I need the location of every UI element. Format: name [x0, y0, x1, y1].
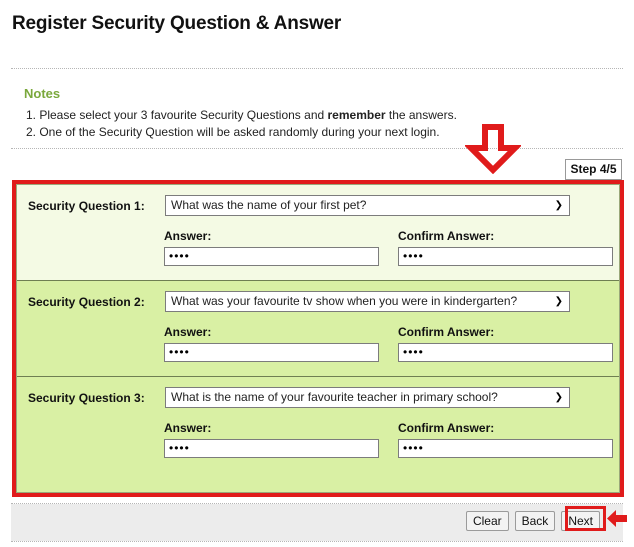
footer-bar: Clear Back Next	[11, 504, 623, 541]
security-question-2-confirm-group: Confirm Answer: ••••	[398, 325, 613, 362]
security-question-1-selected-text: What was the name of your first pet?	[171, 198, 367, 212]
answer-input-2[interactable]: ••••	[164, 343, 379, 362]
confirm-answer-input-3[interactable]: ••••	[398, 439, 613, 458]
page-title: Register Security Question & Answer	[12, 13, 342, 34]
security-question-2-label: Security Question 2:	[28, 295, 145, 309]
security-question-3-label: Security Question 3:	[28, 391, 145, 405]
security-question-row-1: Security Question 1: What was the name o…	[17, 185, 619, 281]
notes-panel: Notes 1. Please select your 3 favourite …	[11, 69, 623, 147]
security-question-row-2: Security Question 2: What was your favou…	[17, 281, 619, 377]
note-2-prefix: 2. One of the Security Question will be …	[26, 125, 440, 139]
confirm-answer-input-2[interactable]: ••••	[398, 343, 613, 362]
security-question-row-3: Security Question 3: What is the name of…	[17, 377, 619, 492]
answer-input-1[interactable]: ••••	[164, 247, 379, 266]
note-1-suffix: the answers.	[385, 108, 457, 122]
chevron-down-icon: ❯	[554, 296, 563, 307]
step-indicator: Step 4/5	[565, 159, 622, 180]
back-button[interactable]: Back	[514, 511, 556, 531]
answer-label-3: Answer:	[164, 421, 212, 435]
security-question-1-select[interactable]: What was the name of your first pet? ❯	[165, 195, 570, 216]
divider-footer-bottom	[11, 541, 623, 542]
security-question-2-selected-text: What was your favourite tv show when you…	[171, 294, 518, 308]
chevron-down-icon: ❯	[554, 392, 563, 403]
security-question-3-answer-group: Answer: ••••	[164, 421, 379, 458]
confirm-answer-label-2: Confirm Answer:	[398, 325, 495, 339]
security-question-3-confirm-group: Confirm Answer: ••••	[398, 421, 613, 458]
notes-heading: Notes	[24, 86, 61, 101]
footer-button-group: Clear Back Next	[465, 511, 600, 531]
confirm-answer-label-1: Confirm Answer:	[398, 229, 495, 243]
divider-below-notes	[11, 148, 623, 149]
security-question-2-select[interactable]: What was your favourite tv show when you…	[165, 291, 570, 312]
answer-label-1: Answer:	[164, 229, 212, 243]
security-questions-panel: Security Question 1: What was the name o…	[16, 184, 620, 493]
note-item-1: 1. Please select your 3 favourite Securi…	[26, 107, 457, 124]
chevron-down-icon: ❯	[554, 200, 563, 211]
security-question-1-label: Security Question 1:	[28, 199, 145, 213]
answer-label-2: Answer:	[164, 325, 212, 339]
security-question-2-answer-group: Answer: ••••	[164, 325, 379, 362]
security-question-3-select[interactable]: What is the name of your favourite teach…	[165, 387, 570, 408]
notes-list: 1. Please select your 3 favourite Securi…	[26, 107, 457, 141]
security-question-1-confirm-group: Confirm Answer: ••••	[398, 229, 613, 266]
note-item-2: 2. One of the Security Question will be …	[26, 124, 457, 141]
note-1-emphasis: remember	[327, 108, 386, 122]
note-1-prefix: 1. Please select your 3 favourite Securi…	[26, 108, 328, 122]
clear-button[interactable]: Clear	[465, 511, 509, 531]
security-question-3-selected-text: What is the name of your favourite teach…	[171, 390, 498, 404]
security-question-1-answer-group: Answer: ••••	[164, 229, 379, 266]
confirm-answer-label-3: Confirm Answer:	[398, 421, 495, 435]
answer-input-3[interactable]: ••••	[164, 439, 379, 458]
next-button[interactable]: Next	[561, 511, 600, 531]
confirm-answer-input-1[interactable]: ••••	[398, 247, 613, 266]
